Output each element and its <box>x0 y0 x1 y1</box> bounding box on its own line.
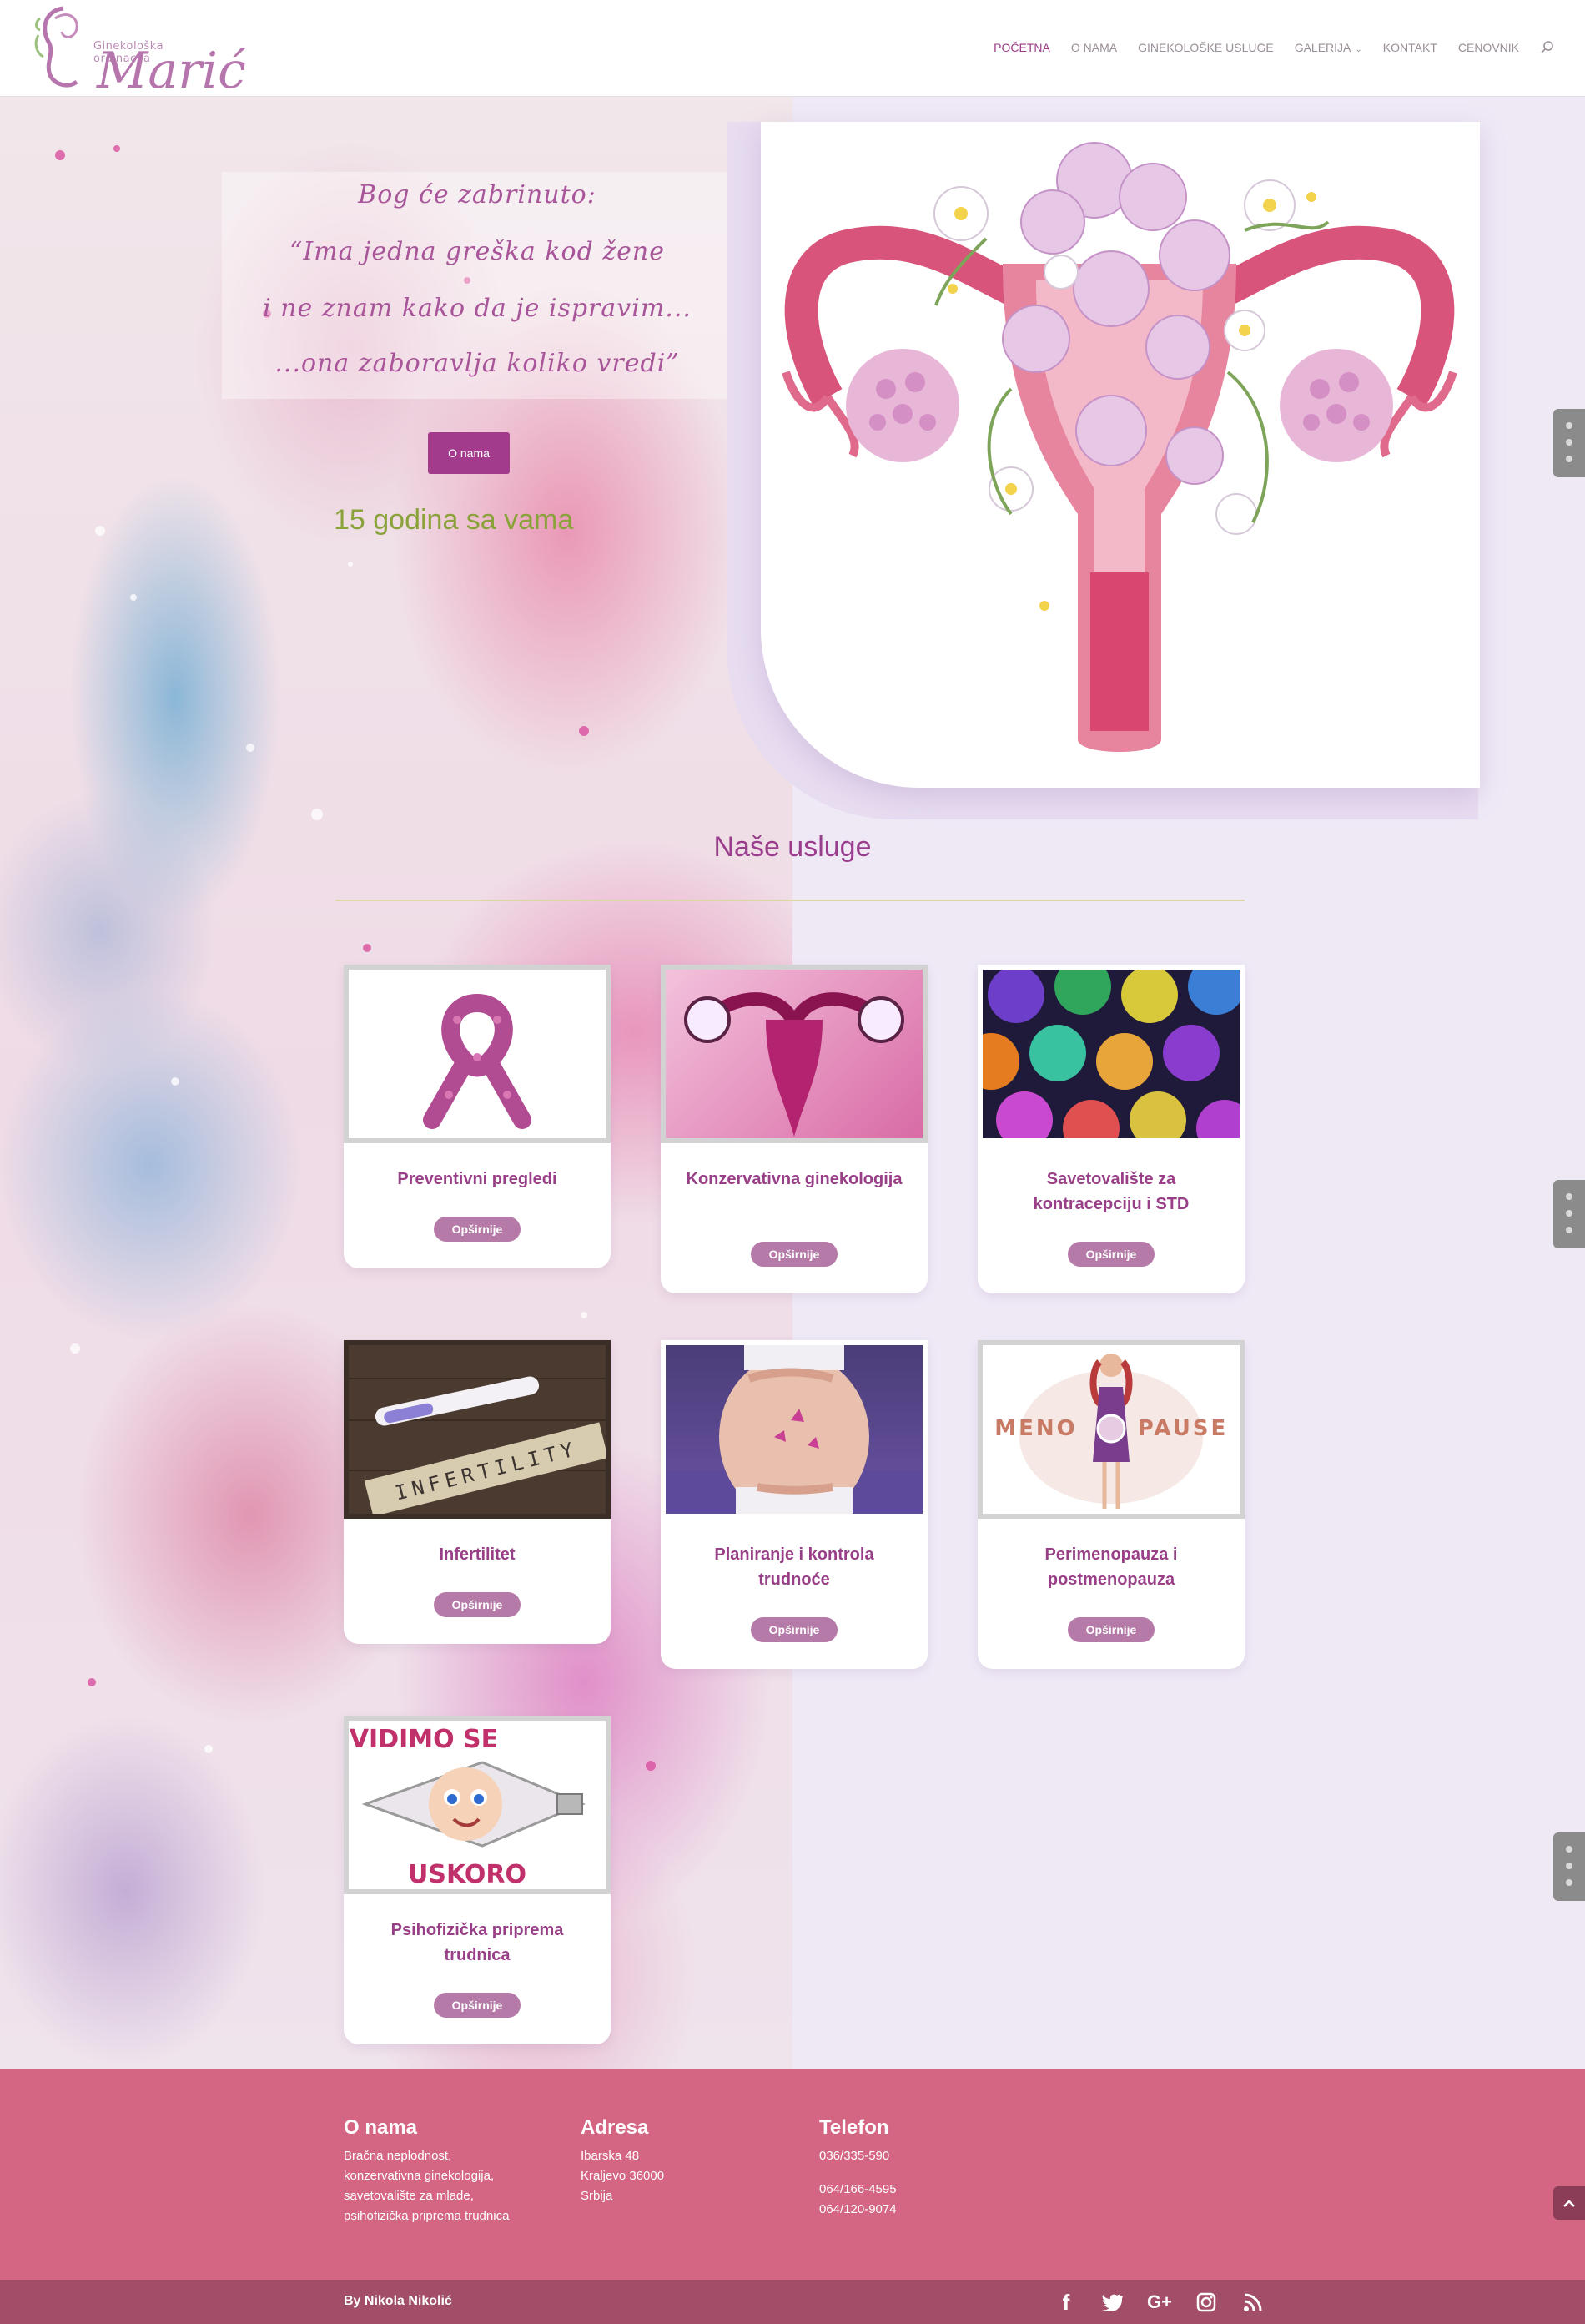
side-dot-nav-2[interactable] <box>1553 1180 1585 1248</box>
quote-line-2: “Ima jedna greška kod žene <box>289 237 665 266</box>
service-title: Planiranje i kontrola trudnoće <box>714 1545 874 1589</box>
pause-text: PAUSE <box>1138 1416 1229 1441</box>
nav-galerija[interactable]: GALERIJA ⌄ <box>1295 41 1362 54</box>
footer-about-line: psihofizička priprema trudnica <box>344 2209 510 2223</box>
opsirnije-button[interactable]: Opširnije <box>434 1993 521 2018</box>
years-tagline: 15 godina sa vama <box>334 504 574 536</box>
service-card-kontracepcija[interactable]: Savetovalište za kontracepciju i STD Opš… <box>978 965 1245 1293</box>
service-title: Infertilitet <box>439 1545 516 1564</box>
twitter-icon[interactable] <box>1099 2290 1126 2315</box>
site-footer: O nama Bračna neplodnost, konzervativna … <box>0 2069 1585 2280</box>
opsirnije-button[interactable]: Opširnije <box>434 1592 521 1617</box>
pregnancy-image <box>661 1340 928 1519</box>
footer-about-line: konzervativna ginekologija, <box>344 2169 495 2183</box>
footer-bottom-bar: By Nikola Nikolić f G+ <box>0 2280 1585 2324</box>
service-card-infertilitet[interactable]: INFERTILITY Infertilitet Opširnije <box>344 1340 611 1644</box>
nav-kontakt[interactable]: KONTAKT <box>1383 41 1437 54</box>
service-title: Perimenopauza i postmenopauza <box>1044 1545 1178 1589</box>
menopause-image: MENO PAUSE <box>978 1340 1245 1519</box>
meno-text: MENO <box>994 1416 1078 1441</box>
google-plus-icon[interactable]: G+ <box>1146 2290 1173 2315</box>
service-card-trudnoca[interactable]: Planiranje i kontrola trudnoće Opširnije <box>661 1340 928 1669</box>
nav-ginekoloske-usluge[interactable]: GINEKOLOŠKE USLUGE <box>1138 41 1274 54</box>
services-divider <box>335 900 1245 901</box>
footer-address: Adresa Ibarska 48 Kraljevo 36000 Srbija <box>581 2116 664 2206</box>
phone-number[interactable]: 036/335-590 <box>819 2146 897 2166</box>
footer-about-line: savetovalište za mlade, <box>344 2189 474 2203</box>
services-title: Naše usluge <box>713 831 872 863</box>
quote-line-1: Bog će zabrinuto: <box>358 180 596 209</box>
instagram-icon[interactable] <box>1193 2290 1220 2315</box>
vidimo-se-text: VIDIMO SE <box>350 1725 498 1754</box>
uskoro-text: USKORO <box>408 1860 526 1889</box>
scroll-to-top-button[interactable] <box>1553 2186 1585 2220</box>
footer-credit: By Nikola Nikolić <box>344 2294 452 2308</box>
footer-address-line: Srbija <box>581 2189 613 2203</box>
uterus-image <box>661 965 928 1143</box>
service-card-priprema[interactable]: VIDIMO SE USKORO Psihofizička priprema t… <box>344 1716 611 2044</box>
side-dot-nav-1[interactable] <box>1553 409 1585 477</box>
o-nama-button[interactable]: O nama <box>428 432 510 474</box>
nav-cenovnik[interactable]: CENOVNIK <box>1458 41 1519 54</box>
opsirnije-button[interactable]: Opširnije <box>751 1242 838 1267</box>
facebook-icon[interactable]: f <box>1053 2290 1079 2315</box>
search-icon[interactable] <box>1540 40 1555 55</box>
rss-icon[interactable] <box>1240 2290 1266 2315</box>
opsirnije-button[interactable]: Opširnije <box>1068 1617 1155 1642</box>
footer-phone: Telefon 036/335-590 064/166-4595 064/120… <box>819 2116 897 2220</box>
service-title: Psihofizička priprema trudnica <box>390 1921 564 1964</box>
ribbon-hearts-image <box>344 965 611 1143</box>
uterus-flowers-illustration <box>761 122 1480 788</box>
quote-line-4: ...ona zaboravlja koliko vredi” <box>274 349 680 378</box>
footer-address-line: Ibarska 48 <box>581 2149 640 2163</box>
infertility-image: INFERTILITY <box>344 1340 611 1519</box>
nav-galerija-label: GALERIJA <box>1294 41 1351 54</box>
nav-o-nama[interactable]: O NAMA <box>1071 41 1117 54</box>
service-card-konzervativna[interactable]: Konzervativna ginekologija Opširnije <box>661 965 928 1293</box>
phone-number[interactable]: 064/166-4595 <box>819 2180 897 2200</box>
service-title: Preventivni pregledi <box>397 1170 557 1188</box>
footer-about: O nama Bračna neplodnost, konzervativna … <box>344 2116 509 2226</box>
site-logo[interactable]: Ginekološka ordinacija Marić <box>30 2 246 100</box>
side-dot-nav-3[interactable] <box>1553 1832 1585 1901</box>
footer-about-title: O nama <box>344 2116 418 2139</box>
nav-pocetna[interactable]: POČETNA <box>994 41 1050 54</box>
chevron-up-icon <box>1563 2200 1575 2207</box>
logo-title: Marić <box>97 42 246 100</box>
chevron-down-icon: ⌄ <box>1355 45 1362 54</box>
social-links: f G+ <box>1053 2290 1266 2315</box>
footer-address-line: Kraljevo 36000 <box>581 2169 665 2183</box>
footer-about-line: Bračna neplodnost, <box>344 2149 452 2163</box>
main-nav: POČETNA O NAMA GINEKOLOŠKE USLUGE GALERI… <box>994 40 1555 55</box>
quote-line-3: i ne znam kako da je ispravim... <box>263 294 692 323</box>
opsirnije-button[interactable]: Opširnije <box>434 1217 521 1242</box>
site-header: Ginekološka ordinacija Marić POČETNA O N… <box>0 0 1585 100</box>
service-card-preventivni[interactable]: Preventivni pregledi Opširnije <box>344 965 611 1268</box>
quote-box: Bog će zabrinuto: “Ima jedna greška kod … <box>222 172 732 399</box>
footer-address-title: Adresa <box>581 2116 649 2139</box>
footer-phone-title: Telefon <box>819 2116 889 2139</box>
vidimo-se-uskoro-image: VIDIMO SE USKORO <box>344 1716 611 1894</box>
opsirnije-button[interactable]: Opširnije <box>751 1617 838 1642</box>
service-card-menopauza[interactable]: MENO PAUSE Perimenopauza i postmenopauza… <box>978 1340 1245 1669</box>
opsirnije-button[interactable]: Opširnije <box>1068 1242 1155 1267</box>
phone-number[interactable]: 064/120-9074 <box>819 2200 897 2220</box>
service-title: Savetovalište za kontracepciju i STD <box>1033 1170 1190 1213</box>
condoms-image <box>978 965 1245 1143</box>
service-title: Konzervativna ginekologija <box>686 1170 903 1188</box>
woman-silhouette-icon <box>34 6 78 88</box>
